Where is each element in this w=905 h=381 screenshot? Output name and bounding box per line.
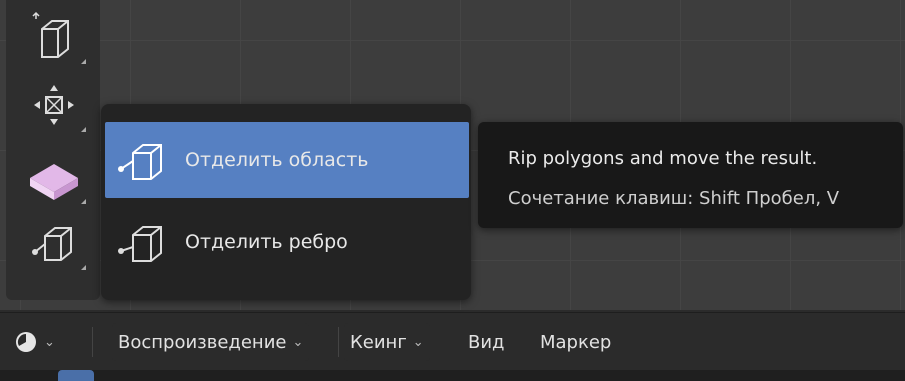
- tooltip-shortcut: Сочетание клавиш: Shift Пробел, V: [508, 188, 840, 209]
- keying-label: Кеинг: [350, 331, 407, 353]
- rip-edge-icon: [109, 204, 179, 280]
- view-menu[interactable]: Вид: [468, 323, 505, 361]
- menu-item-label: Отделить область: [185, 149, 369, 171]
- rip-edge-tool-button[interactable]: [18, 212, 90, 274]
- tooltip-description: Rip polygons and move the result.: [508, 148, 818, 169]
- rip-region-icon: [109, 122, 179, 198]
- view-label: Вид: [468, 331, 505, 353]
- chevron-down-icon: ⌄: [292, 334, 304, 350]
- current-frame-indicator[interactable]: [58, 370, 94, 381]
- extrude-icon: [32, 11, 69, 58]
- menu-item-rip-edge[interactable]: Отделить ребро: [105, 204, 469, 280]
- chevron-down-icon: ⌄: [412, 334, 424, 350]
- timeline-header: ⌄ Воспроизведение ⌄ Кеинг ⌄ Вид Маркер: [0, 312, 905, 371]
- rip-region-tool-button[interactable]: [18, 146, 90, 208]
- editor-type-button[interactable]: ⌄: [14, 323, 55, 361]
- tool-flyout-menu: Отделить область Отделить ребро: [101, 104, 471, 300]
- extrude-tool-button[interactable]: [18, 6, 90, 68]
- marker-label: Маркер: [540, 331, 612, 353]
- separator: [92, 327, 93, 357]
- chevron-down-icon: ⌄: [44, 334, 55, 350]
- separator: [338, 327, 339, 357]
- playback-menu[interactable]: Воспроизведение ⌄: [112, 323, 310, 361]
- timeline-ruler[interactable]: [0, 370, 905, 381]
- rip-edge-tool-icon: [32, 227, 72, 261]
- tool-shelf: [6, 0, 100, 300]
- menu-item-rip-region[interactable]: Отделить область: [105, 122, 469, 198]
- tooltip: Rip polygons and move the result. Сочета…: [478, 122, 903, 228]
- transform-tool-button[interactable]: [18, 74, 90, 136]
- keying-menu[interactable]: Кеинг ⌄: [344, 323, 430, 361]
- marker-menu[interactable]: Маркер: [540, 323, 611, 361]
- clock-icon: [16, 332, 36, 352]
- playback-label: Воспроизведение: [118, 331, 287, 353]
- rip-active-icon: [30, 164, 78, 200]
- menu-item-label: Отделить ребро: [185, 231, 348, 253]
- transform-icon: [34, 85, 74, 125]
